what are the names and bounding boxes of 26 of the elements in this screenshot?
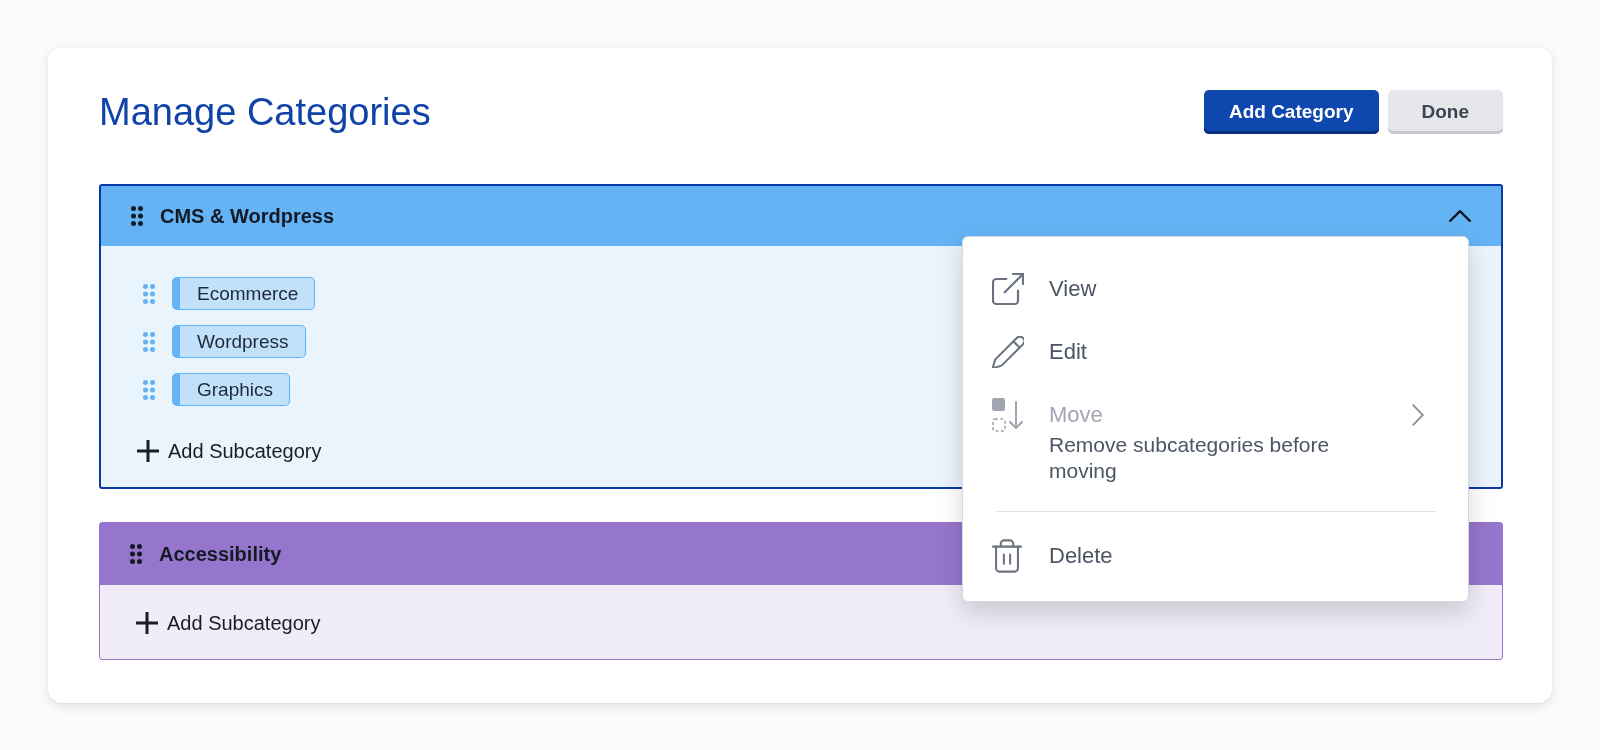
done-button[interactable]: Done [1387,90,1503,134]
add-category-button[interactable]: Add Category [1203,90,1379,134]
subcategory-tag[interactable]: Ecommerce [172,277,316,310]
drag-handle-icon[interactable] [130,544,142,564]
add-subcategory-button[interactable]: Add Subcategory [137,439,322,463]
trash-icon [992,539,1022,573]
external-link-icon [992,272,1024,305]
menu-item[interactable]: View [963,257,1468,320]
menu-item[interactable]: Edit [963,320,1468,383]
add-subcategory-button[interactable]: Add Subcategory [136,611,321,635]
drag-handle-icon[interactable] [143,283,155,304]
chevron-up-icon[interactable] [1449,210,1471,222]
drag-handle-icon[interactable] [143,379,155,400]
category-name: Accessibility [159,542,282,566]
page-title: Manage Categories [99,90,431,134]
squares-arrow-down-icon [992,398,1024,432]
plus-icon [137,440,159,462]
subcategory-tag[interactable]: Graphics [172,373,291,406]
subcategory-tag[interactable]: Wordpress [172,325,306,358]
drag-handle-icon[interactable] [143,331,155,352]
menu-item-note: Remove subcategories before moving [1049,432,1331,484]
pencil-icon [992,335,1024,368]
menu-item[interactable]: Delete [963,524,1468,588]
category-name: CMS & Wordpress [160,204,335,228]
drag-handle-icon[interactable] [131,206,143,226]
plus-icon [136,612,158,634]
